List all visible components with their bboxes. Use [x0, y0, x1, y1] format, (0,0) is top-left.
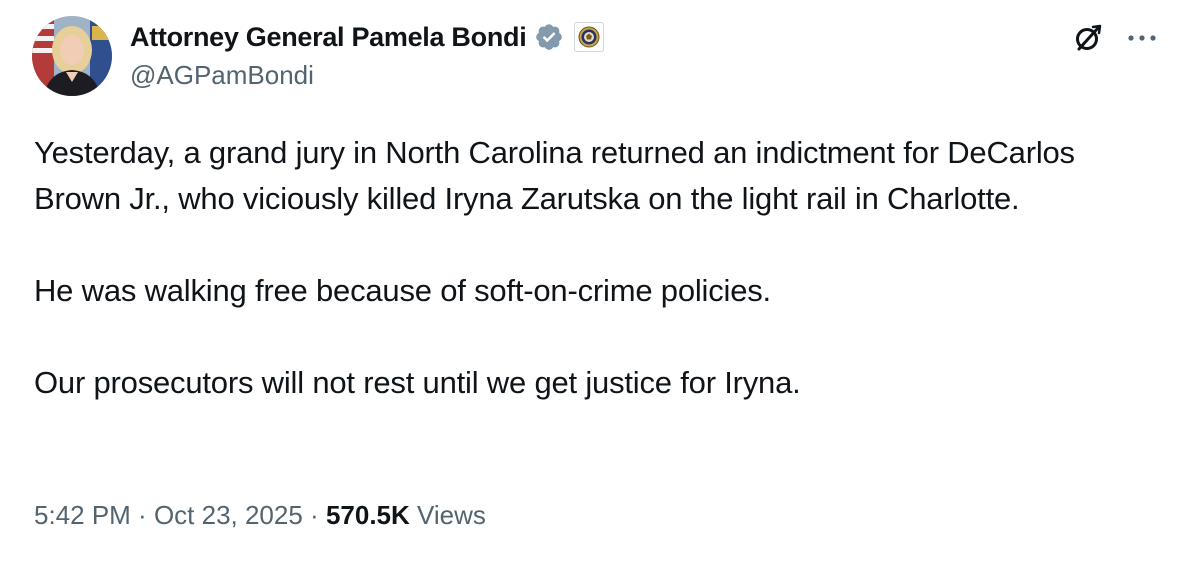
tweet-paragraph: Yesterday, a grand jury in North Carolin…	[34, 135, 1075, 216]
tweet-card: Attorney General Pamela Bondi @AGPamBond…	[0, 0, 1194, 568]
tweet-paragraph: Our prosecutors will not rest until we g…	[34, 365, 801, 400]
meta-separator: ·	[130, 500, 154, 530]
author-handle[interactable]: @AGPamBondi	[130, 60, 314, 91]
tweet-text: Yesterday, a grand jury in North Carolin…	[34, 130, 1164, 406]
author-name-row: Attorney General Pamela Bondi	[130, 19, 605, 55]
views-label: Views	[409, 500, 486, 530]
tweet-paragraph: He was walking free because of soft-on-c…	[34, 273, 771, 308]
avatar[interactable]	[32, 16, 112, 96]
tweet-meta: 5:42 PM · Oct 23, 2025 · 570.5K Views	[34, 500, 486, 531]
more-options-button[interactable]	[1122, 18, 1162, 58]
verified-badge-icon[interactable]	[534, 22, 564, 52]
grok-button[interactable]	[1068, 18, 1108, 58]
meta-separator: ·	[302, 500, 326, 530]
author-display-name[interactable]: Attorney General Pamela Bondi	[130, 22, 527, 53]
doj-seal-icon[interactable]	[574, 22, 605, 52]
tweet-time[interactable]: 5:42 PM	[34, 500, 131, 530]
avatar-image	[32, 16, 112, 96]
more-icon	[1128, 35, 1156, 41]
tweet-date[interactable]: Oct 23, 2025	[154, 500, 303, 530]
views-count: 570.5K	[325, 500, 410, 530]
grok-icon	[1076, 24, 1102, 51]
